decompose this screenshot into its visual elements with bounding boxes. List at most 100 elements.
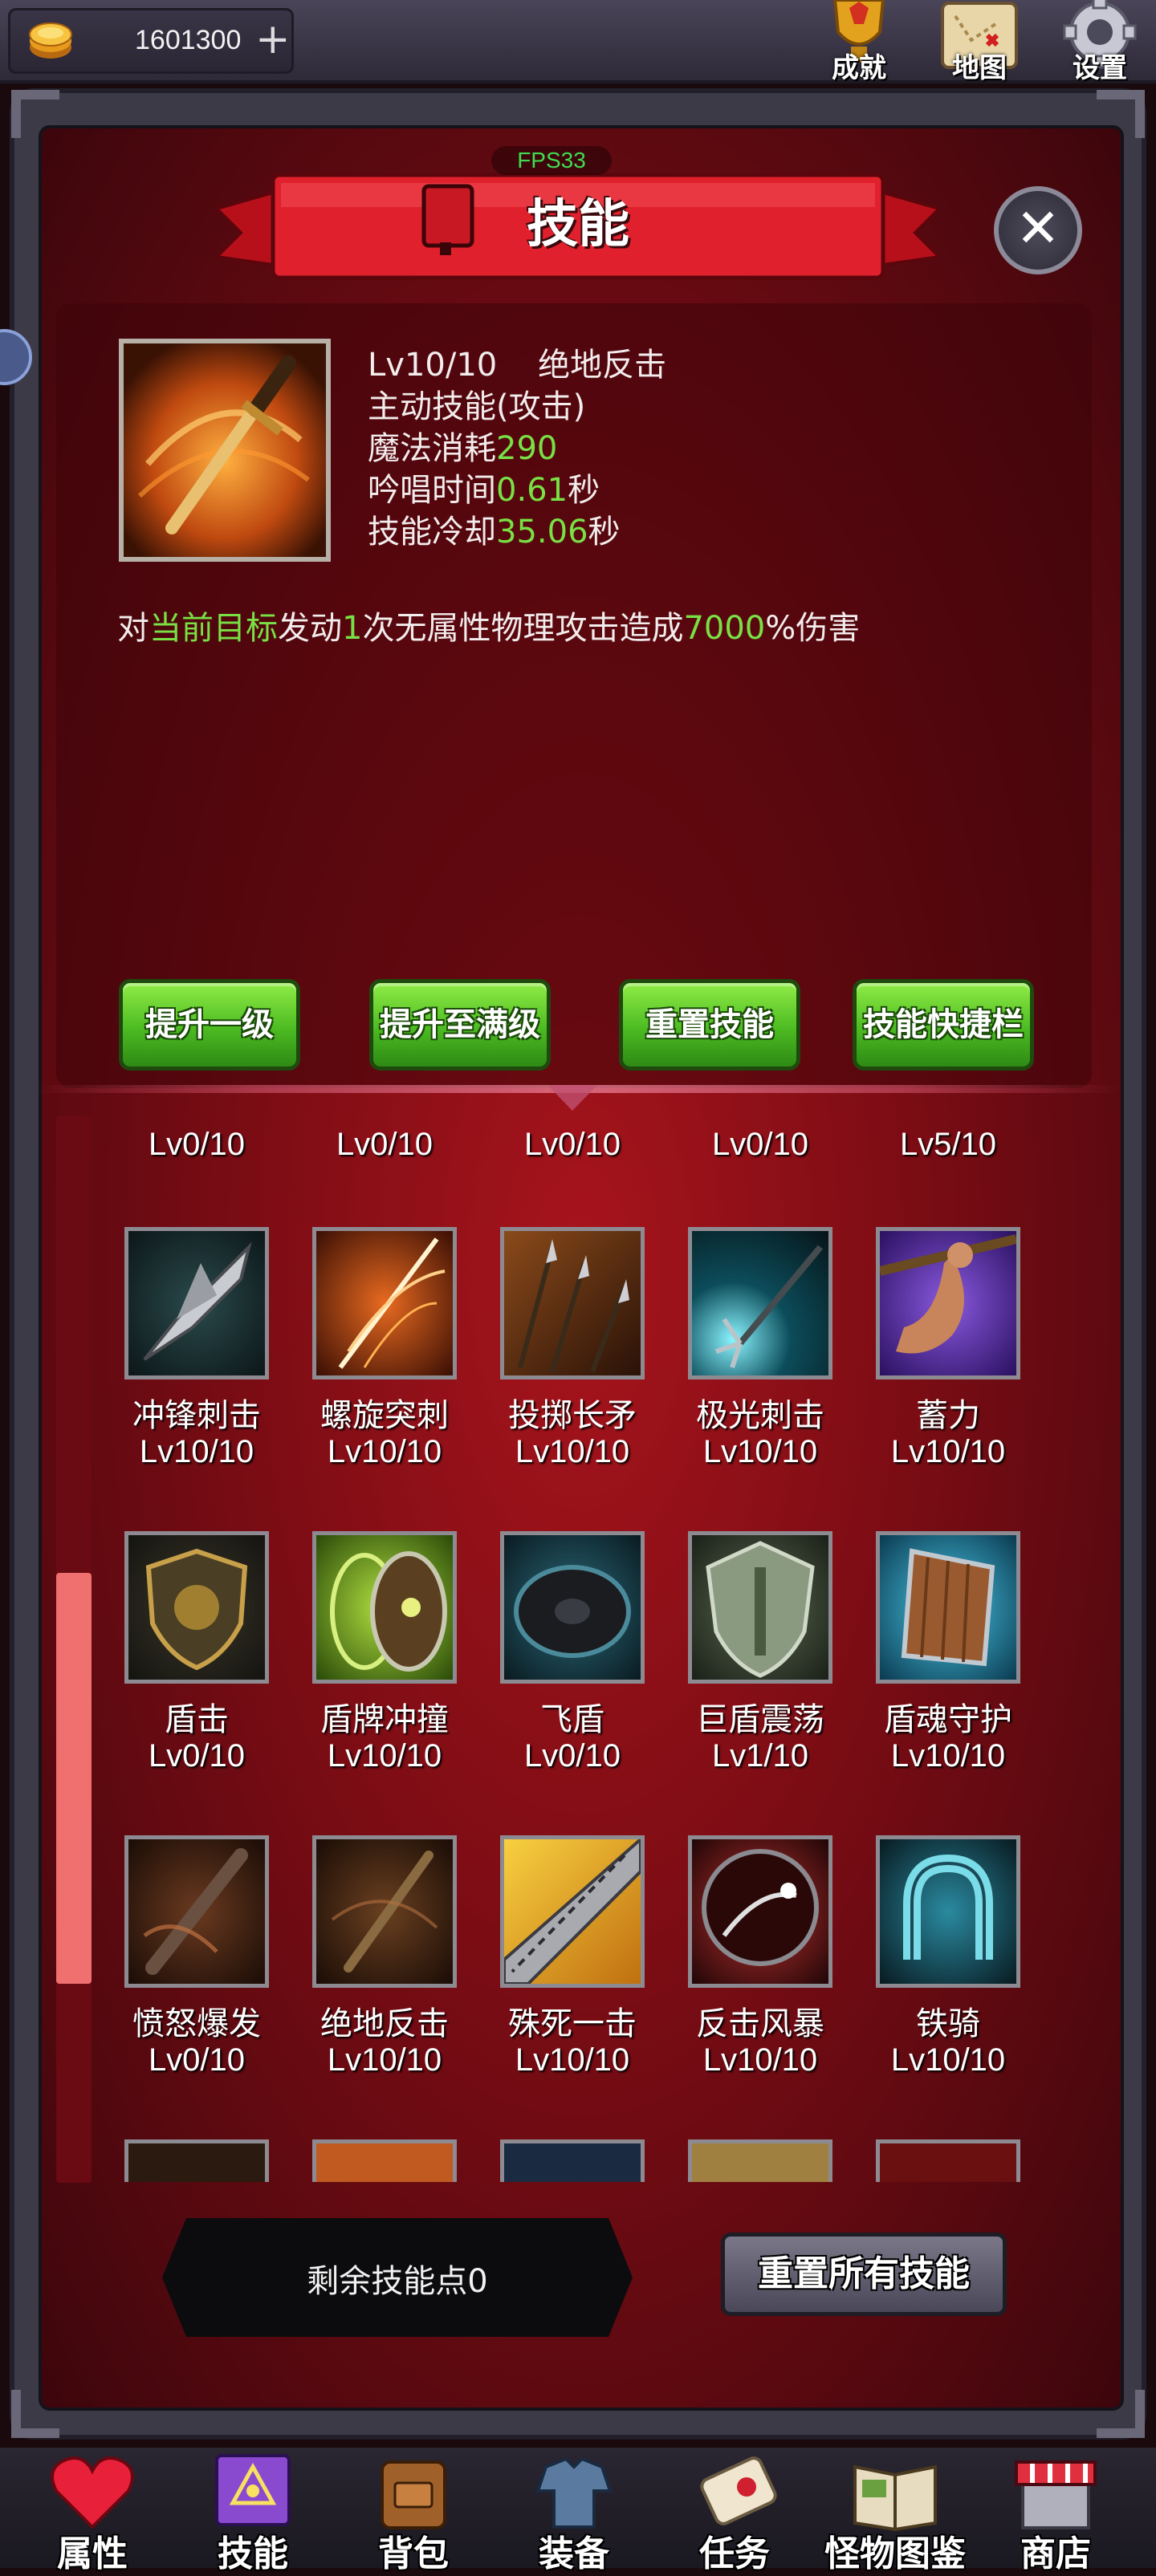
- close-button[interactable]: ✕: [994, 186, 1082, 274]
- skill-level: Lv10/10: [327, 1738, 442, 1774]
- cast-time-row: 吟唱时间0.61秒: [368, 464, 600, 510]
- selected-skill-icon: [119, 339, 331, 562]
- gold-coin-icon: [29, 22, 72, 59]
- desc-text: 对: [117, 610, 149, 647]
- skill-name: 冲锋刺击: [132, 1397, 261, 1434]
- skill-icon: [688, 2139, 832, 2182]
- flying-shield-icon: [500, 1531, 645, 1684]
- wooden-shield-icon: [876, 1531, 1020, 1684]
- cast-time-value: 0.61: [496, 472, 568, 509]
- mana-cost-label: 魔法消耗: [368, 430, 496, 467]
- upgrade-one-level-button[interactable]: 提升一级: [119, 979, 300, 1071]
- nav-label: 技能: [218, 2533, 288, 2574]
- skill-cell[interactable]: 极光刺击 Lv10/10: [660, 1227, 848, 1532]
- cooldown-unit: 秒: [588, 514, 621, 551]
- cast-time-label: 吟唱时间: [368, 472, 496, 509]
- skill-level: Lv10/10: [515, 2042, 630, 2078]
- skill-cell[interactable]: 绝地反击 Lv10/10: [284, 1835, 472, 2140]
- charge-arm-icon: [876, 1227, 1020, 1379]
- armor-icon: [535, 2456, 613, 2529]
- skill-cell[interactable]: 愤怒爆发 Lv0/10: [96, 1835, 284, 2140]
- skill-cell[interactable]: [284, 2139, 472, 2182]
- skill-name: 飞盾: [540, 1701, 604, 1738]
- skill-cell[interactable]: 螺旋突刺 Lv10/10: [284, 1227, 472, 1532]
- nav-backpack[interactable]: 背包: [337, 2448, 482, 2574]
- desc-text: 发动: [278, 610, 342, 647]
- mana-cost-value: 290: [496, 430, 558, 467]
- grid-scrollbar-thumb[interactable]: [56, 1573, 92, 1984]
- skill-cell[interactable]: 铁骑 Lv10/10: [848, 1835, 1036, 2140]
- skill-level: Lv0/10: [711, 1127, 809, 1162]
- skill-cell[interactable]: 反击风暴 Lv10/10: [660, 1835, 848, 2140]
- skill-level: Lv10/10: [515, 1434, 630, 1469]
- skill-level: Lv10/10: [702, 2042, 818, 2078]
- achievement-button[interactable]: 成就: [811, 0, 907, 84]
- cooldown-label: 技能冷却: [368, 514, 496, 551]
- upgrade-one-label: 提升一级: [145, 1006, 274, 1043]
- nav-shop[interactable]: 商店: [979, 2448, 1124, 2574]
- frame-corner-ornament: [1097, 90, 1145, 138]
- skill-cell[interactable]: 蓄力 Lv10/10: [848, 1227, 1036, 1532]
- desc-damage-percent: 7000: [683, 610, 766, 647]
- skill-cell[interactable]: 殊死一击 Lv10/10: [472, 1835, 660, 2140]
- frame-corner-ornament: [11, 90, 59, 138]
- spellbook-icon: [215, 2454, 291, 2526]
- skill-cell[interactable]: 冲锋刺击 Lv10/10: [96, 1227, 284, 1532]
- skill-cell[interactable]: [96, 2139, 284, 2182]
- nav-attributes[interactable]: 属性: [16, 2448, 161, 2574]
- backpack-icon: [381, 2460, 446, 2529]
- cooldown-row: 技能冷却35.06秒: [368, 506, 621, 552]
- reset-skill-button[interactable]: 重置技能: [619, 979, 800, 1071]
- settings-button[interactable]: 设置: [1052, 0, 1148, 84]
- coin-value: 1601300: [135, 25, 242, 55]
- skill-level: Lv0/10: [523, 1127, 621, 1162]
- spiral-thrust-icon: [312, 1227, 457, 1379]
- desc-target: 当前目标: [149, 610, 278, 647]
- skill-cell[interactable]: [472, 2139, 660, 2182]
- skill-cell[interactable]: [848, 2139, 1036, 2182]
- skill-shortcut-bar-button[interactable]: 技能快捷栏: [853, 979, 1034, 1071]
- nav-label: 背包: [378, 2533, 449, 2574]
- skill-level: Lv10/10: [702, 1434, 818, 1469]
- rage-sword-icon: [124, 1835, 269, 1988]
- reset-all-label: 重置所有技能: [758, 2253, 970, 2294]
- map-label: 地图: [952, 52, 1007, 84]
- counter-sword-icon: [124, 343, 326, 557]
- nav-equipment[interactable]: 装备: [498, 2448, 642, 2574]
- shop-icon: [1015, 2460, 1097, 2529]
- skill-cell[interactable]: 投掷长矛 Lv10/10: [472, 1227, 660, 1532]
- frame-corner-ornament: [1097, 2390, 1145, 2438]
- lion-shield-icon: [124, 1531, 269, 1684]
- skill-cell[interactable]: [660, 2139, 848, 2182]
- close-icon: ✕: [1016, 197, 1060, 259]
- add-coins-button[interactable]: +: [255, 17, 291, 62]
- upgrade-to-max-button[interactable]: 提升至满级: [369, 979, 551, 1071]
- skill-cell[interactable]: 盾魂守护 Lv10/10: [848, 1531, 1036, 1836]
- reset-all-skills-button[interactable]: 重置所有技能: [721, 2233, 1007, 2316]
- nav-bestiary[interactable]: 怪物图鉴: [819, 2448, 966, 2574]
- skill-name: 极光刺击: [696, 1397, 824, 1434]
- skill-name: 投掷长矛: [508, 1397, 637, 1434]
- skill-level: Lv10/10: [327, 1434, 442, 1469]
- nav-quests[interactable]: 任务: [658, 2448, 803, 2574]
- skill-description: 对当前目标发动1次无属性物理攻击造成7000%伤害: [117, 602, 860, 648]
- nav-label: 商店: [1020, 2533, 1091, 2574]
- bottom-navigation: 属性 技能 背包 装备 任务 怪物图鉴 商店: [0, 2448, 1156, 2574]
- golden-blade-icon: [500, 1835, 645, 1988]
- skill-level: Lv10/10: [890, 1738, 1006, 1774]
- skill-name: 盾击: [165, 1701, 229, 1738]
- bestiary-book-icon: [853, 2464, 937, 2531]
- remaining-skill-points: 剩余技能点0: [307, 2263, 488, 2300]
- cast-time-unit: 秒: [568, 472, 600, 509]
- skill-cell[interactable]: 巨盾震荡 Lv1/10: [660, 1531, 848, 1836]
- skill-cell[interactable]: 盾击 Lv0/10: [96, 1531, 284, 1836]
- nav-skills[interactable]: 技能: [177, 2448, 321, 2574]
- skill-cell[interactable]: 飞盾 Lv0/10: [472, 1531, 660, 1836]
- map-button[interactable]: 地图: [931, 0, 1028, 84]
- skill-cell[interactable]: 盾牌冲撞 Lv10/10: [284, 1531, 472, 1836]
- desc-hit-count: 1: [342, 610, 363, 647]
- quest-scroll-icon: [700, 2456, 777, 2525]
- frame-corner-ornament: [11, 2390, 59, 2438]
- selected-skill-name: 绝地反击: [538, 347, 667, 384]
- skill-level: Lv0/10: [148, 1127, 246, 1162]
